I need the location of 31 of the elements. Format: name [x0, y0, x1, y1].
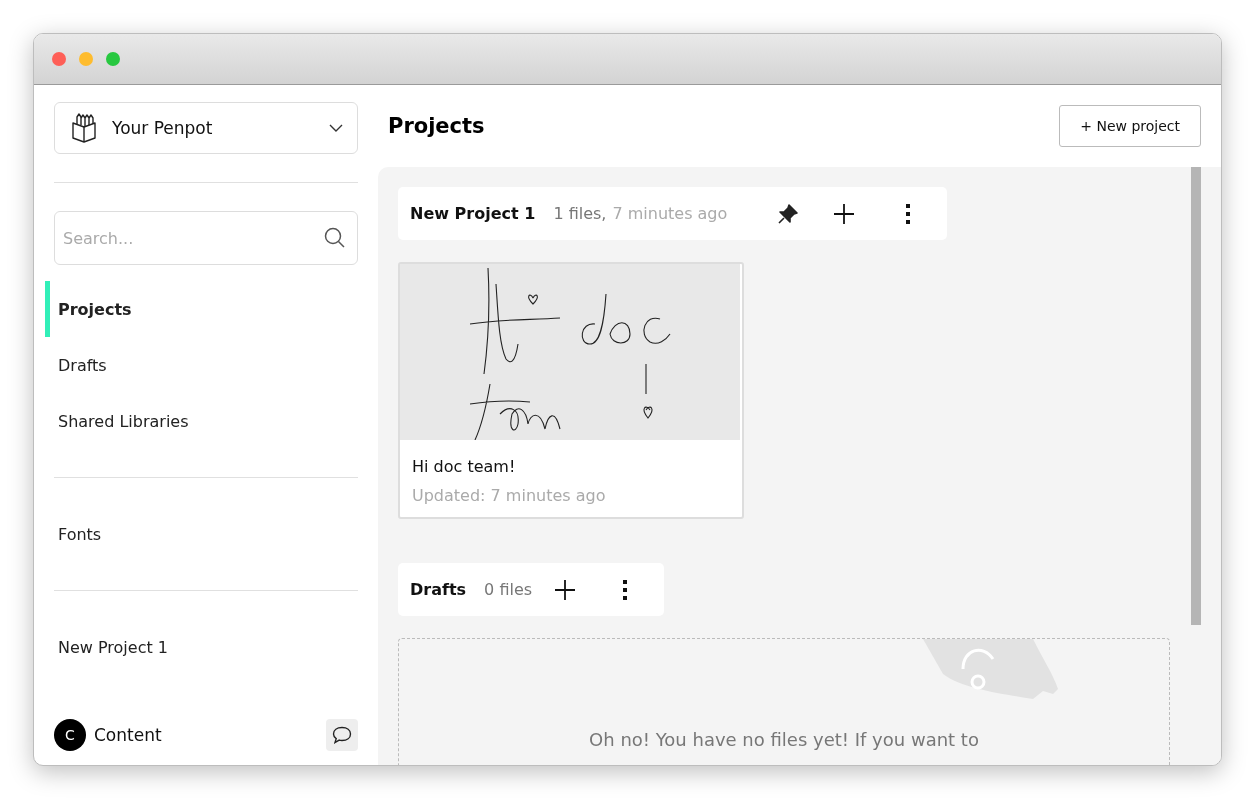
comments-button[interactable]	[326, 719, 358, 751]
avatar[interactable]: C	[54, 719, 86, 751]
file-card[interactable]: Hi doc team! Updated: 7 minutes ago	[398, 262, 744, 519]
nav-item[interactable]: Fonts	[45, 506, 355, 562]
file-count: 1 files,	[553, 204, 607, 223]
project-item[interactable]: New Project 1	[45, 619, 355, 675]
empty-message: Oh no! You have no files yet! If you want to	[588, 729, 980, 750]
more-options-icon[interactable]	[905, 202, 912, 225]
file-updated-time: Updated: 7 minutes ago	[412, 486, 607, 505]
project-name[interactable]: New Project 1	[410, 204, 536, 223]
project-name[interactable]: Drafts	[410, 580, 467, 599]
scrollbar[interactable]	[1191, 167, 1201, 625]
nav-item[interactable]: Projects	[45, 281, 355, 337]
file-name: Hi doc team!	[412, 457, 517, 476]
search-icon	[324, 227, 346, 249]
file-count: 0 files	[484, 580, 533, 599]
pencil-box-icon	[71, 113, 97, 143]
chevron-down-icon	[329, 124, 343, 132]
profile-name[interactable]: Content	[94, 725, 326, 745]
nav-item[interactable]: Shared Libraries	[45, 393, 355, 449]
add-icon[interactable]	[833, 202, 856, 225]
search-field[interactable]: Search...	[54, 211, 358, 265]
more-options-icon[interactable]	[622, 578, 629, 601]
add-icon[interactable]	[554, 578, 577, 601]
updated-time: 7 minutes ago	[612, 204, 728, 223]
team-selector[interactable]: Your Penpot	[54, 102, 358, 154]
pin-icon[interactable]	[777, 202, 800, 225]
nav-item[interactable]: Drafts	[45, 337, 355, 393]
new-project-button[interactable]: + New project	[1059, 105, 1201, 147]
speech-bubble-icon	[332, 726, 352, 744]
page-title: Projects	[388, 114, 485, 138]
